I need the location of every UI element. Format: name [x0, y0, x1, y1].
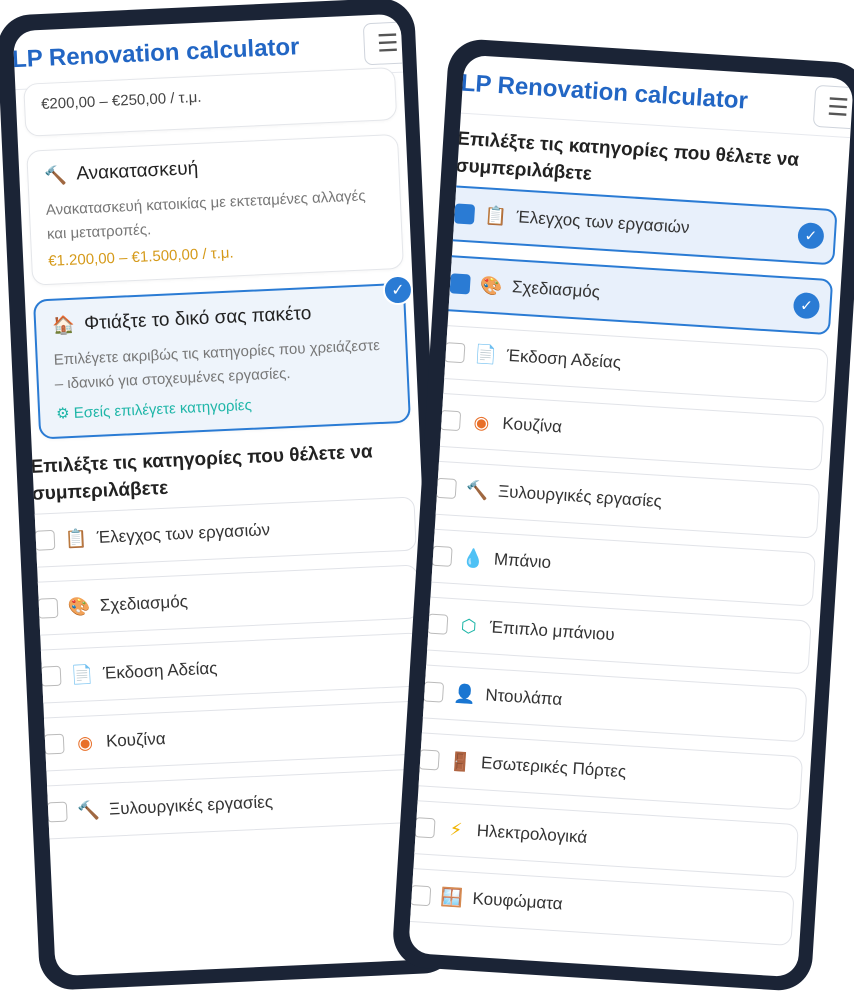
checkbox[interactable] [46, 801, 68, 823]
phone-frame-right: LP Renovation calculator ☰ Επιλέξτε τις … [391, 37, 854, 993]
door-icon: 🚪 [448, 750, 473, 773]
app-header: LP Renovation calculator ☰ [459, 54, 854, 139]
window-icon: 🪟 [440, 886, 464, 908]
package-description: Επιλέγετε ακριβώς τις κατηγορίες που χρε… [53, 336, 381, 393]
app-title: LP Renovation calculator [459, 69, 749, 115]
category-row[interactable]: 🎨 Σχεδιασμός ✓ [434, 254, 834, 336]
checkbox[interactable] [439, 409, 462, 432]
hammer-icon: 🔨 [76, 799, 101, 821]
app-title: LP Renovation calculator [12, 33, 301, 74]
checkbox[interactable] [43, 733, 65, 755]
palette-icon: 🎨 [479, 274, 504, 297]
category-row[interactable]: 💧 Μπάνιο [417, 527, 816, 607]
checkbox[interactable] [444, 342, 466, 364]
category-row[interactable]: ◉ Κουζίνα [29, 700, 427, 773]
category-row[interactable]: 👤 Ντουλάπα [408, 663, 808, 743]
document-icon: 📄 [70, 663, 94, 685]
check-icon: ✓ [797, 222, 825, 250]
custom-categories-link[interactable]: ⚙ Εσείς επιλέγετε κατηγορίες [55, 389, 392, 423]
category-row[interactable]: 📋 Έλεγχος των εργασιών [20, 496, 417, 569]
palette-icon: 🎨 [67, 595, 91, 617]
sliders-icon: ⚙ [55, 405, 71, 423]
category-row[interactable]: 🪟 Κουφώματα [408, 867, 795, 946]
stove-icon: ◉ [76, 731, 94, 753]
droplet-icon: 💧 [461, 547, 486, 569]
category-row[interactable]: ◉ Κουζίνα [425, 392, 825, 471]
check-icon: ✓ [792, 291, 821, 320]
package-description: Ανακατασκευή κατοικίας με εκτεταμένες αλ… [45, 187, 366, 243]
checkbox[interactable] [422, 681, 445, 703]
hammer-icon: 🔨 [43, 164, 68, 186]
menu-button[interactable]: ☰ [362, 21, 413, 66]
house-icon: 🏠 [51, 314, 76, 336]
category-row[interactable]: 🔨 Ξυλουργικές εργασίες [421, 460, 821, 539]
check-icon: ✓ [382, 274, 414, 306]
package-title: Φτιάξτε το δικό σας πακέτο [83, 303, 312, 335]
package-card-renovation[interactable]: 🔨 Ανακατασκευή Ανακατασκευή κατοικίας με… [26, 133, 404, 286]
checkbox[interactable] [414, 817, 436, 839]
package-title: Ανακατασκευή [75, 157, 199, 185]
hammer-icon: 🔨 [465, 479, 490, 501]
screen-left: LP Renovation calculator ☰ €200,00 – €25… [12, 13, 444, 977]
checkbox[interactable] [453, 203, 476, 225]
categories-heading: Επιλέξτε τις κατηγορίες που θέλετε να συ… [30, 441, 374, 505]
hamburger-icon: ☰ [826, 93, 850, 122]
phone-frame-left: LP Renovation calculator ☰ €200,00 – €25… [0, 0, 458, 991]
menu-button[interactable]: ☰ [812, 84, 854, 130]
cube-icon: ⬡ [460, 615, 478, 637]
category-row[interactable]: 📄 Έκδοση Αδείας [430, 324, 829, 404]
screen-right: LP Renovation calculator ☰ Επιλέξτε τις … [408, 54, 854, 978]
category-row[interactable]: ⚡ Ηλεκτρολογικά [408, 799, 799, 879]
clipboard-check-icon: 📋 [64, 527, 88, 549]
checkbox[interactable] [37, 597, 59, 619]
hamburger-icon: ☰ [376, 29, 400, 58]
checkbox[interactable] [40, 665, 62, 687]
category-row[interactable]: 🚪 Εσωτερικές Πόρτες [408, 731, 804, 811]
category-row[interactable]: 🔨 Ξυλουργικές εργασίες [33, 768, 430, 841]
checkbox[interactable] [418, 749, 440, 771]
checkbox[interactable] [34, 529, 56, 551]
checkbox[interactable] [435, 477, 457, 500]
clipboard-check-icon: 📋 [483, 204, 508, 227]
checkbox[interactable] [410, 885, 432, 907]
category-row[interactable]: ⬡ Έπιπλο μπάνιου [413, 595, 812, 675]
package-card-custom[interactable]: ✓ 🏠 Φτιάξτε το δικό σας πακέτο Επιλέγετε… [32, 274, 414, 440]
category-row[interactable]: 🎨 Σχεδιασμός [23, 564, 420, 637]
lightning-icon: ⚡ [448, 818, 463, 840]
document-icon: 📄 [474, 343, 498, 365]
stove-icon: ◉ [473, 411, 491, 433]
person-icon: 👤 [452, 682, 477, 705]
category-row[interactable]: 📄 Έκδοση Αδείας [26, 632, 423, 705]
package-price: €200,00 – €250,00 / τ.μ. [40, 88, 202, 114]
checkbox[interactable] [449, 273, 471, 295]
checkbox[interactable] [427, 613, 449, 635]
checkbox[interactable] [431, 545, 453, 567]
